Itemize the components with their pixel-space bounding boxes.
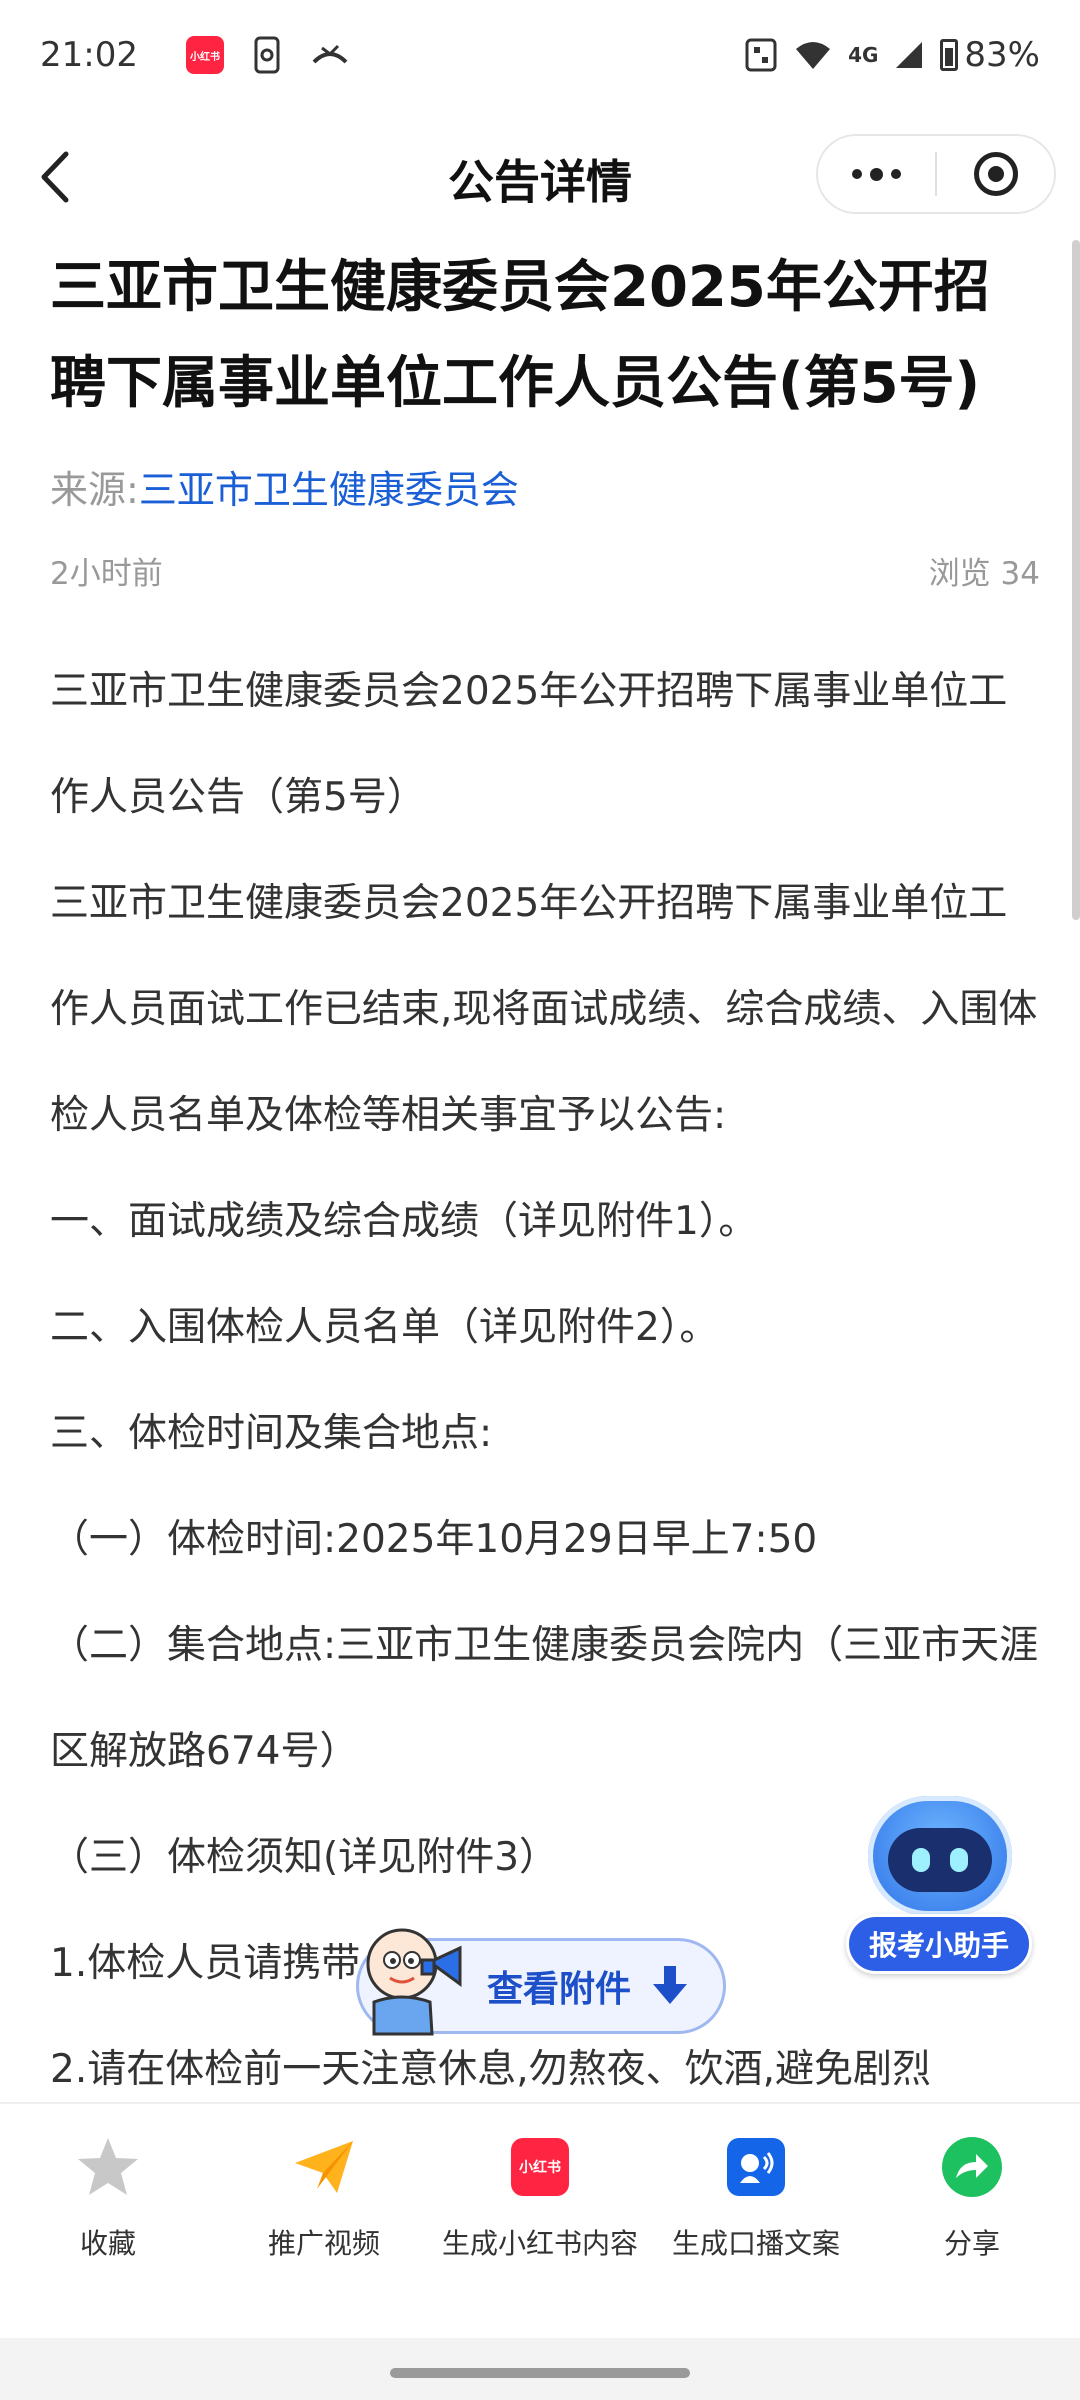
missed-call-icon (312, 44, 348, 64)
promo-video-button[interactable]: 推广视频 (216, 2134, 432, 2338)
share-label: 分享 (943, 2227, 1000, 2260)
xiaohongshu-notification-icon: 小红书 (185, 36, 224, 74)
content-paragraph: 一、面试成绩及综合成绩（详见附件1）。 (50, 1199, 758, 1244)
exam-assistant-label: 报考小助手 (846, 1914, 1032, 1974)
share-icon (942, 2137, 1002, 2197)
miniapp-capsule (816, 134, 1056, 214)
source-row: 来源:三亚市卫生健康委员会 (50, 460, 1040, 520)
robot-icon (868, 1796, 1012, 1916)
content-paragraph: （一）体检时间:2025年10月29日早上7:50 (50, 1517, 818, 1562)
generate-xiaohongshu-button[interactable]: 小红书 生成小红书内容 (432, 2134, 648, 2338)
battery-indicator: 83% (940, 35, 1040, 75)
paper-plane-icon (291, 2134, 357, 2200)
favorite-label: 收藏 (79, 2227, 136, 2260)
source-link[interactable]: 三亚市卫生健康委员会 (139, 468, 519, 512)
source-label: 来源: (50, 468, 139, 512)
xiaohongshu-icon: 小红书 (511, 2138, 569, 2196)
wifi-icon (796, 42, 831, 69)
voice-icon (727, 2138, 785, 2196)
content-paragraph: 二、入围体检人员名单（详见附件2）。 (50, 1305, 719, 1350)
more-dots-icon (852, 167, 901, 181)
content-paragraph: （二）集合地点:三亚市卫生健康委员会院内（三亚市天涯区解放路674号） (50, 1623, 1039, 1774)
meta-row: 2小时前 浏览 34 (50, 548, 1040, 593)
battery-level: 83% (964, 35, 1040, 75)
content-paragraph: 三亚市卫生健康委员会2025年公开招聘下属事业单位工作人员公告（第5号） (50, 669, 1008, 820)
scrollbar[interactable] (1072, 240, 1080, 920)
favorite-button[interactable]: 收藏 (0, 2134, 216, 2338)
phone-sync-icon (254, 36, 280, 74)
nfc-icon (745, 38, 777, 72)
generate-voice-script-label: 生成口播文案 (671, 2227, 840, 2260)
nav-bar: 公告详情 (0, 120, 1080, 230)
content-paragraph: 三亚市卫生健康委员会2025年公开招聘下属事业单位工作人员面试工作已结束,现将面… (50, 881, 1038, 1138)
download-arrow-icon (653, 1966, 688, 2006)
gesture-area (0, 2338, 1080, 2400)
mascot-megaphone-icon (366, 1928, 462, 2036)
status-right: 4G 83% (744, 35, 1040, 75)
more-button[interactable] (818, 136, 935, 212)
close-target-icon (973, 152, 1018, 196)
battery-icon (940, 39, 959, 71)
publish-time: 2小时前 (50, 556, 163, 592)
network-type: 4G (848, 43, 879, 67)
generate-xiaohongshu-label: 生成小红书内容 (441, 2227, 638, 2260)
article-title: 三亚市卫生健康委员会2025年公开招聘下属事业单位工作人员公告(第5号) (50, 255, 990, 416)
close-miniapp-button[interactable] (937, 136, 1054, 212)
view-attachment-label: 查看附件 (487, 1969, 632, 2010)
view-count: 浏览 34 (928, 556, 1040, 592)
content-paragraph: 三、体检时间及集合地点: (50, 1411, 493, 1456)
star-icon (75, 2134, 141, 2200)
exam-assistant-button[interactable]: 报考小助手 (846, 1796, 1032, 1980)
share-button[interactable]: 分享 (864, 2134, 1080, 2338)
generate-voice-script-button[interactable]: 生成口播文案 (648, 2134, 864, 2338)
promo-video-label: 推广视频 (267, 2227, 380, 2260)
signal-icon (896, 42, 923, 68)
status-bar: 21:02 小红书 4G 83% (0, 0, 1080, 110)
home-gesture-bar[interactable] (390, 2368, 690, 2378)
notification-icons: 小红书 (185, 36, 350, 74)
status-time: 21:02 (40, 35, 138, 75)
bottom-action-bar: 收藏 推广视频 小红书 生成小红书内容 生成口播文案 分享 (0, 2102, 1080, 2338)
